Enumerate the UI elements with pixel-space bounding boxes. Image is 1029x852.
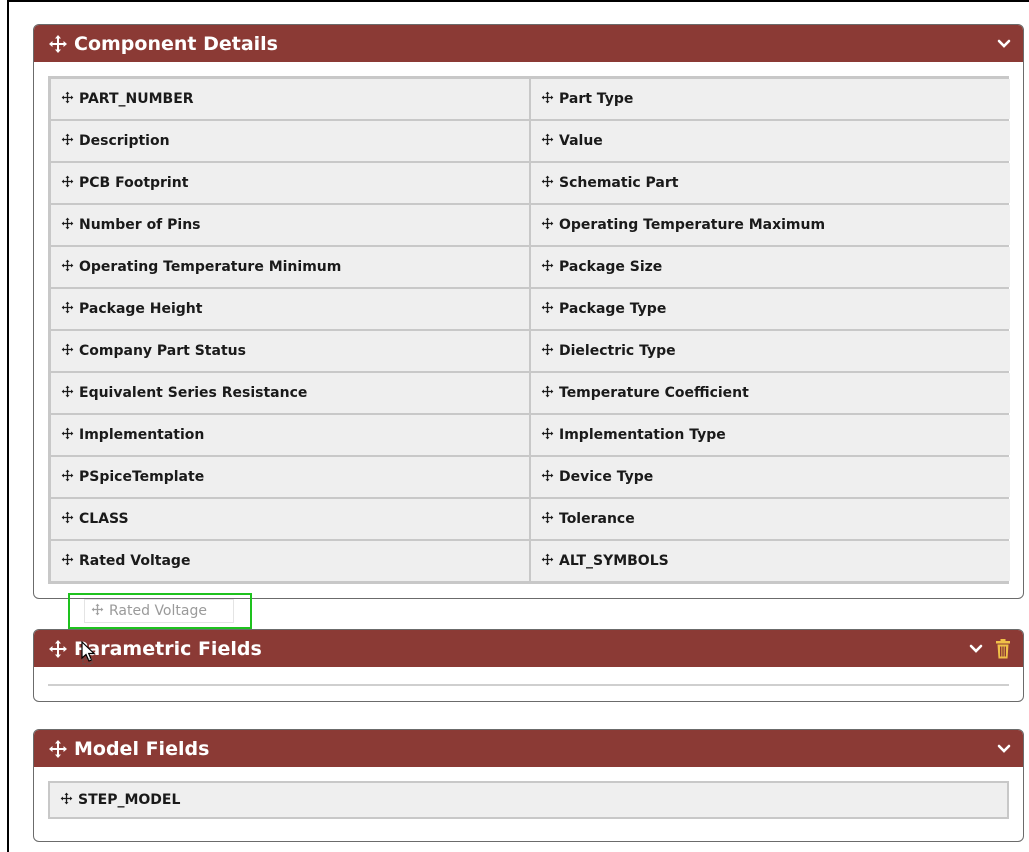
field-cell[interactable]: Equivalent Series Resistance (51, 373, 529, 413)
move-arrows-icon[interactable] (541, 553, 554, 570)
field-cell[interactable]: Schematic Part (531, 163, 1010, 203)
field-label: Part Type (559, 91, 634, 107)
field-label: Implementation (79, 427, 205, 443)
trash-icon[interactable] (995, 638, 1011, 659)
move-arrows-icon[interactable] (61, 301, 74, 318)
move-arrows-icon[interactable] (61, 385, 74, 402)
field-cell[interactable]: Package Type (531, 289, 1010, 329)
field-cell[interactable]: Tolerance (531, 499, 1010, 539)
move-arrows-icon[interactable] (61, 259, 74, 276)
component-details-header[interactable]: Component Details (34, 25, 1023, 62)
field-cell[interactable]: Operating Temperature Maximum (531, 205, 1010, 245)
move-arrows-icon[interactable] (541, 259, 554, 276)
field-label: Package Type (559, 301, 667, 317)
field-cell[interactable]: Description (51, 121, 529, 161)
field-label: Number of Pins (79, 217, 201, 233)
move-arrows-icon[interactable] (541, 301, 554, 318)
move-arrows-icon[interactable] (61, 133, 74, 150)
model-field-step-model[interactable]: STEP_MODEL (48, 781, 1009, 819)
field-label: Equivalent Series Resistance (79, 385, 308, 401)
move-arrows-icon[interactable] (48, 639, 68, 659)
field-label: Company Part Status (79, 343, 246, 359)
field-cell[interactable]: Temperature Coefficient (531, 373, 1010, 413)
field-cell[interactable]: ALT_SYMBOLS (531, 541, 1010, 581)
field-cell[interactable]: Dielectric Type (531, 331, 1010, 371)
move-arrows-icon[interactable] (61, 553, 74, 570)
parametric-fields-header[interactable]: Parametric Fields (34, 630, 1023, 667)
field-label: Tolerance (559, 511, 635, 527)
panel-title: Component Details (74, 32, 278, 55)
dragged-field-label: Rated Voltage (109, 603, 207, 619)
move-arrows-icon[interactable] (61, 175, 74, 192)
field-cell[interactable]: Company Part Status (51, 331, 529, 371)
field-cell[interactable]: Value (531, 121, 1010, 161)
move-arrows-icon[interactable] (61, 427, 74, 444)
move-arrows-icon[interactable] (61, 511, 74, 528)
mouse-pointer-icon (80, 640, 100, 665)
field-label: Value (559, 133, 603, 149)
field-cell[interactable]: PCB Footprint (51, 163, 529, 203)
field-cell[interactable]: Device Type (531, 457, 1010, 497)
field-cell[interactable]: Package Height (51, 289, 529, 329)
model-fields-header[interactable]: Model Fields (34, 730, 1023, 767)
move-arrows-icon[interactable] (61, 343, 74, 360)
field-label: PART_NUMBER (79, 91, 194, 107)
field-label: Implementation Type (559, 427, 726, 443)
field-cell[interactable]: Package Size (531, 247, 1010, 287)
move-arrows-icon[interactable] (48, 739, 68, 759)
component-details-panel: Component Details PART_NUMBER Part Type De… (33, 24, 1024, 599)
field-label: Temperature Coefficient (559, 385, 749, 401)
field-cell[interactable]: Rated Voltage (51, 541, 529, 581)
field-cell[interactable]: Operating Temperature Minimum (51, 247, 529, 287)
field-cell[interactable]: PART_NUMBER (51, 79, 529, 119)
field-label: PSpiceTemplate (79, 469, 205, 485)
field-label: Device Type (559, 469, 654, 485)
field-label: Operating Temperature Minimum (79, 259, 342, 275)
field-cell[interactable]: Part Type (531, 79, 1010, 119)
field-label: Package Height (79, 301, 203, 317)
chevron-down-icon[interactable] (997, 39, 1011, 49)
move-arrows-icon[interactable] (61, 91, 74, 108)
move-arrows-icon[interactable] (541, 511, 554, 528)
move-arrows-icon (91, 603, 104, 620)
field-label: Description (79, 133, 170, 149)
move-arrows-icon[interactable] (61, 469, 74, 486)
move-arrows-icon[interactable] (541, 385, 554, 402)
move-arrows-icon[interactable] (541, 91, 554, 108)
drop-target-highlight[interactable]: Rated Voltage (68, 593, 252, 629)
field-label: ALT_SYMBOLS (559, 553, 669, 569)
field-label: STEP_MODEL (78, 792, 181, 808)
move-arrows-icon[interactable] (48, 34, 68, 54)
field-label: CLASS (79, 511, 129, 527)
panel-title: Model Fields (74, 737, 210, 760)
move-arrows-icon[interactable] (541, 469, 554, 486)
field-cell[interactable]: Implementation Type (531, 415, 1010, 455)
move-arrows-icon[interactable] (541, 343, 554, 360)
parametric-fields-drop-zone[interactable] (48, 684, 1009, 686)
move-arrows-icon[interactable] (60, 792, 73, 809)
chevron-down-icon[interactable] (997, 744, 1011, 754)
move-arrows-icon[interactable] (541, 175, 554, 192)
move-arrows-icon[interactable] (541, 217, 554, 234)
move-arrows-icon[interactable] (541, 133, 554, 150)
field-label: Dielectric Type (559, 343, 676, 359)
move-arrows-icon[interactable] (61, 217, 74, 234)
field-cell[interactable]: PSpiceTemplate (51, 457, 529, 497)
field-label: Operating Temperature Maximum (559, 217, 826, 233)
component-details-grid: PART_NUMBER Part Type Description Value PCB … (48, 76, 1010, 584)
field-cell[interactable]: CLASS (51, 499, 529, 539)
field-cell[interactable]: Number of Pins (51, 205, 529, 245)
chevron-down-icon[interactable] (969, 644, 983, 654)
parametric-fields-panel: Parametric Fields (33, 629, 1024, 702)
field-label: Package Size (559, 259, 663, 275)
model-fields-panel: Model Fields STEP_MODEL (33, 729, 1024, 842)
dragged-field-ghost[interactable]: Rated Voltage (84, 599, 234, 623)
field-cell[interactable]: Implementation (51, 415, 529, 455)
field-label: PCB Footprint (79, 175, 189, 191)
move-arrows-icon[interactable] (541, 427, 554, 444)
field-label: Rated Voltage (79, 553, 191, 569)
panel-title: Parametric Fields (74, 637, 262, 660)
field-label: Schematic Part (559, 175, 679, 191)
